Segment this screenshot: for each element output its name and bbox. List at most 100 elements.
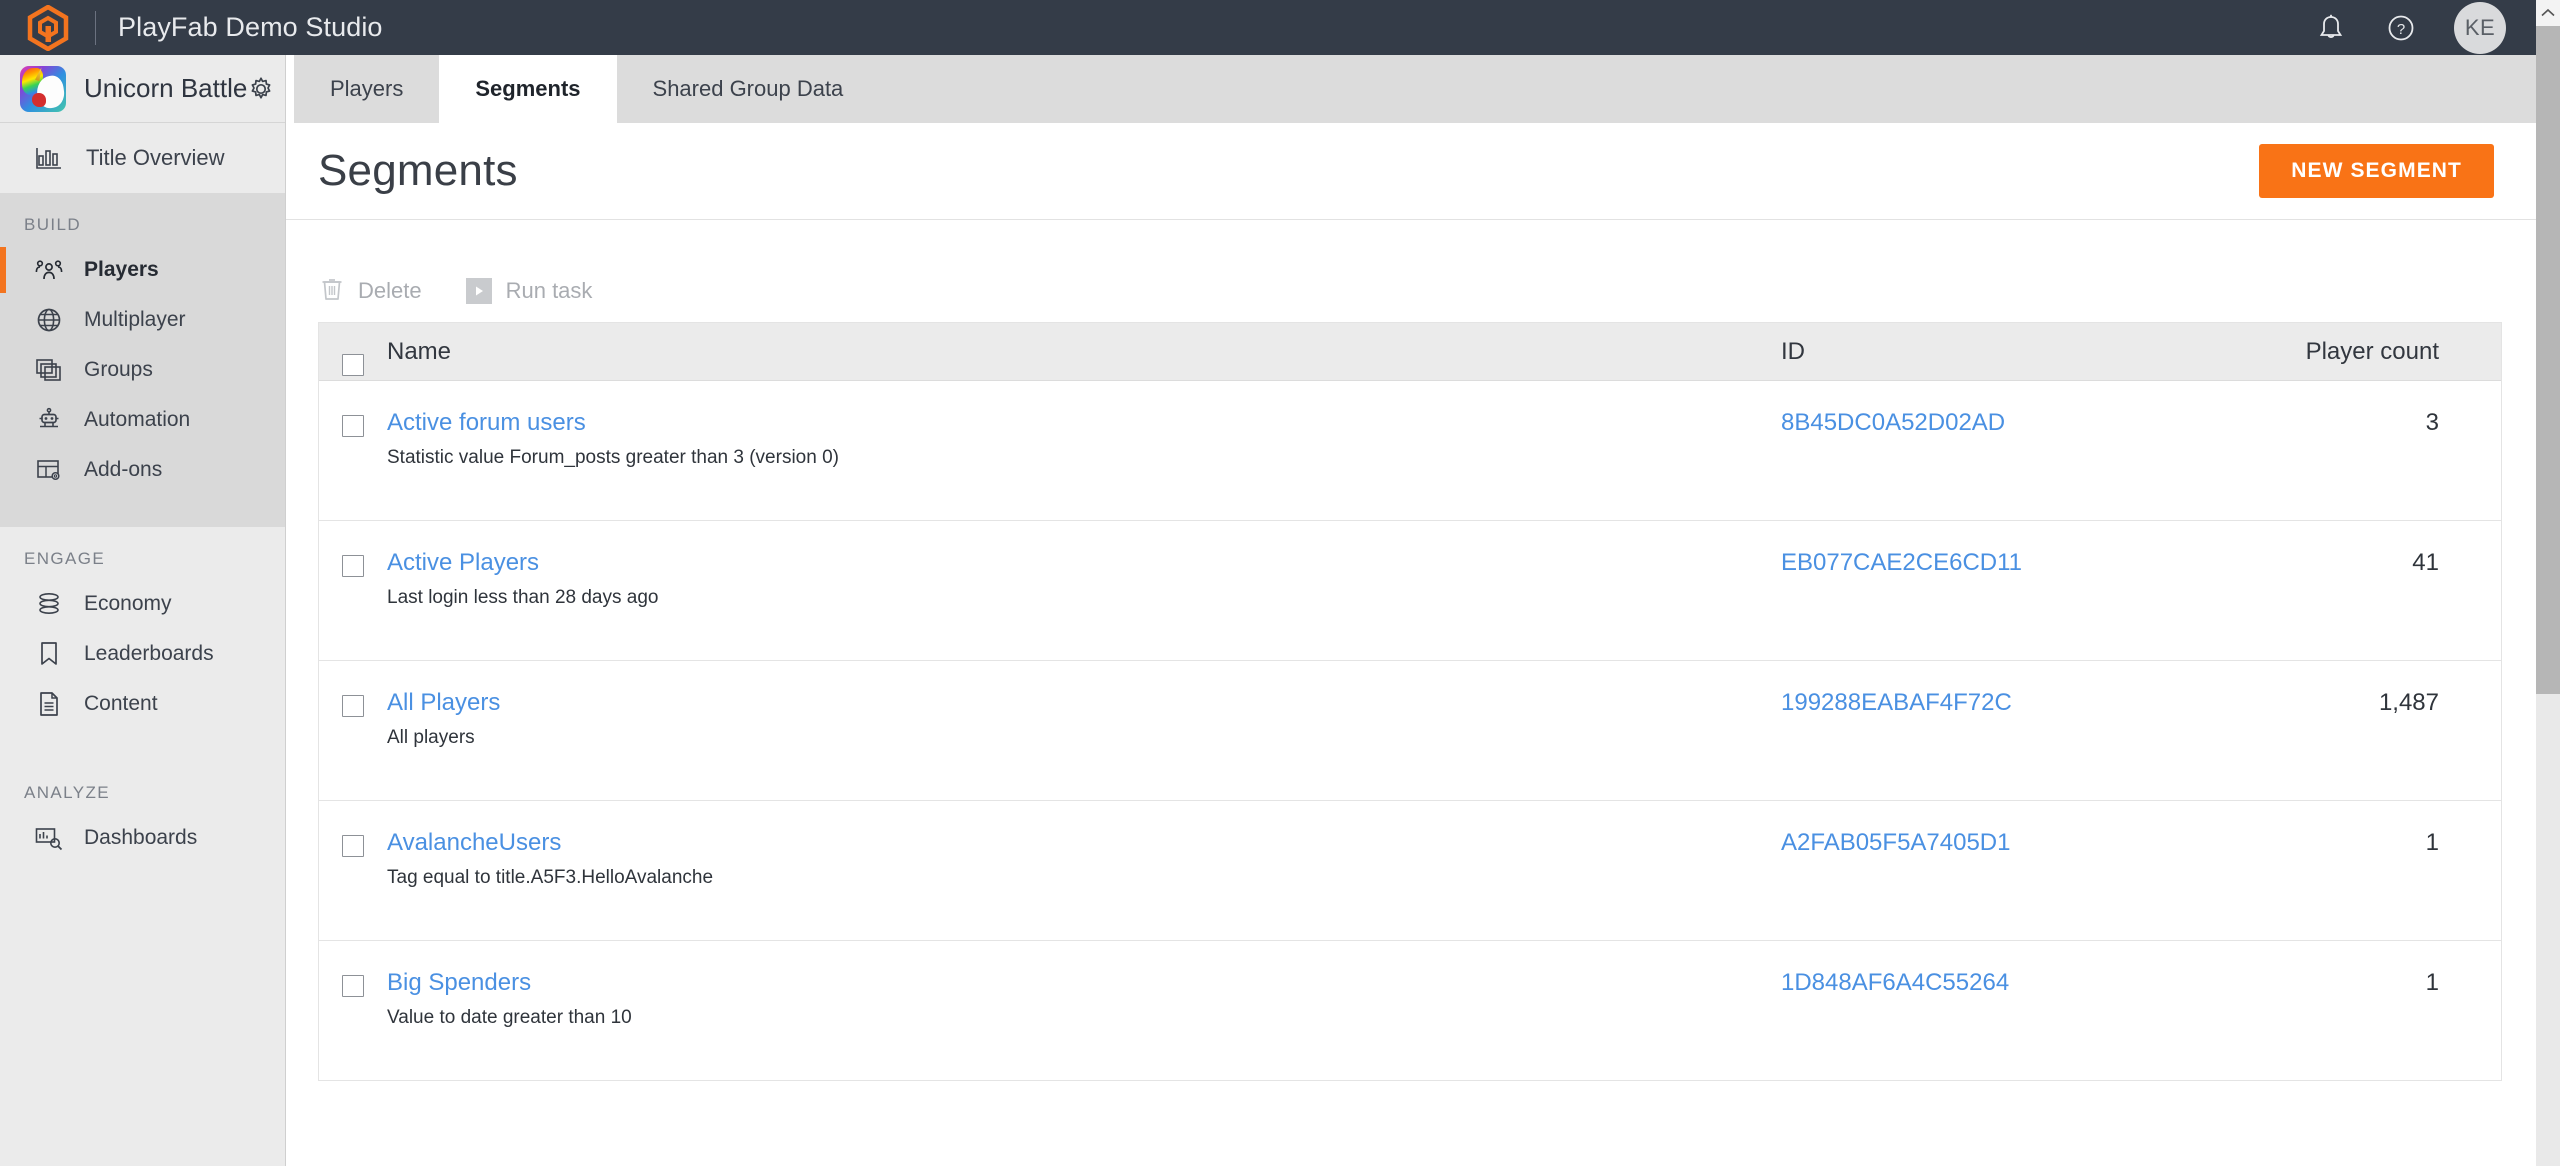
sidebar-item-dashboards[interactable]: Dashboards (0, 819, 285, 857)
title-header[interactable]: Unicorn Battle (0, 55, 285, 123)
sidebar-item-label: Dashboards (84, 826, 198, 849)
table-row[interactable]: All Players All players 199288EABAF4F72C… (319, 661, 2501, 801)
svg-text:?: ? (2397, 21, 2405, 38)
sidebar-group-label: ANALYZE (24, 783, 111, 802)
segment-id-link[interactable]: 8B45DC0A52D02AD (1781, 409, 2201, 500)
row-name-cell: Big Spenders Value to date greater than … (387, 969, 1781, 1060)
segments-table: Name ID Player count Active forum users … (318, 322, 2502, 1081)
tab-bar: Players Segments Shared Group Data (286, 55, 2536, 123)
segment-name-link[interactable]: All Players (387, 689, 1781, 717)
avatar[interactable]: KE (2454, 1, 2506, 54)
column-header-name[interactable]: Name (387, 323, 1781, 380)
segment-player-count: 1 (2425, 829, 2439, 856)
segment-id-link[interactable]: 199288EABAF4F72C (1781, 689, 2201, 780)
sidebar-item-add-ons[interactable]: Add-ons (0, 451, 285, 489)
robot-icon (34, 406, 64, 434)
row-name-cell: All Players All players (387, 689, 1781, 780)
table-gear-icon (34, 457, 64, 483)
segment-name-link[interactable]: Big Spenders (387, 969, 1781, 997)
globe-icon (34, 306, 64, 334)
sidebar-item-label: Economy (84, 592, 172, 615)
bell-icon[interactable] (2314, 11, 2348, 45)
chevron-up-icon[interactable] (2536, 0, 2560, 26)
brand-divider (95, 10, 96, 45)
tab-shared-group-data[interactable]: Shared Group Data (617, 55, 880, 123)
table-toolbar: Delete Run task (286, 220, 2536, 322)
segment-player-count: 1 (2425, 969, 2439, 996)
table-row[interactable]: Active Players Last login less than 28 d… (319, 521, 2501, 661)
sidebar-item-label: Content (84, 692, 158, 715)
segment-name-link[interactable]: AvalancheUsers (387, 829, 1781, 857)
trash-icon (320, 275, 344, 308)
select-all-checkbox[interactable] (342, 353, 364, 376)
bookmark-icon (34, 640, 64, 668)
sidebar-group-build: BUILD Players Multiplayer Groups Automat… (0, 193, 285, 527)
delete-label: Delete (358, 278, 422, 303)
title-name: Unicorn Battle (84, 73, 248, 103)
sidebar-item-label: Leaderboards (84, 642, 214, 665)
table-row[interactable]: AvalancheUsers Tag equal to title.A5F3.H… (319, 801, 2501, 941)
gear-icon[interactable] (247, 74, 275, 104)
sidebar-item-label: Add-ons (84, 458, 163, 481)
row-name-cell: Active forum users Statistic value Forum… (387, 409, 1781, 500)
sidebar: Unicorn Battle Title Overview BUILD Play… (0, 55, 286, 1166)
segment-id-link[interactable]: EB077CAE2CE6CD11 (1781, 549, 2201, 640)
sidebar-item-label: Groups (84, 358, 153, 381)
segment-description: All players (387, 727, 475, 748)
sidebar-group-analyze: ANALYZE Dashboards (0, 761, 285, 895)
studio-title: PlayFab Demo Studio (118, 12, 383, 42)
table-row[interactable]: Big Spenders Value to date greater than … (319, 941, 2501, 1081)
run-task-label: Run task (505, 278, 593, 303)
sidebar-item-multiplayer[interactable]: Multiplayer (0, 301, 285, 339)
sidebar-item-label: Automation (84, 408, 191, 431)
segment-name-link[interactable]: Active forum users (387, 409, 1781, 437)
column-header-id[interactable]: ID (1781, 323, 2201, 380)
row-checkbox[interactable] (342, 415, 364, 437)
sidebar-item-leaderboards[interactable]: Leaderboards (0, 635, 285, 673)
sidebar-item-label: Multiplayer (84, 308, 186, 331)
top-bar: PlayFab Demo Studio ? KE (0, 0, 2536, 55)
page-title: Segments (318, 146, 518, 195)
run-task-button[interactable]: Run task (465, 278, 593, 304)
sidebar-item-economy[interactable]: Economy (0, 585, 285, 623)
segment-description: Last login less than 28 days ago (387, 587, 659, 608)
people-icon (34, 257, 64, 283)
sidebar-group-label: ENGAGE (24, 549, 106, 568)
column-header-player-count[interactable]: Player count (2201, 323, 2501, 380)
table-header-row: Name ID Player count (319, 323, 2501, 381)
sidebar-item-label: Players (84, 258, 159, 281)
row-select-cell (319, 689, 387, 780)
segment-id-link[interactable]: 1D848AF6A4C55264 (1781, 969, 2201, 1060)
page-scrollbar[interactable] (2536, 0, 2560, 1166)
bar-chart-icon (34, 146, 64, 170)
tab-players[interactable]: Players (294, 55, 439, 123)
sidebar-item-players[interactable]: Players (0, 247, 285, 293)
sidebar-item-label: Title Overview (86, 145, 225, 170)
sidebar-item-groups[interactable]: Groups (0, 351, 285, 389)
table-row[interactable]: Active forum users Statistic value Forum… (319, 381, 2501, 521)
segment-name-link[interactable]: Active Players (387, 549, 1781, 577)
playfab-hexagon-logo-icon[interactable] (25, 4, 71, 51)
chart-search-icon (34, 825, 64, 851)
sidebar-item-content[interactable]: Content (0, 685, 285, 723)
sidebar-item-automation[interactable]: Automation (0, 401, 285, 439)
segment-description: Tag equal to title.A5F3.HelloAvalanche (387, 867, 714, 888)
segment-id-link[interactable]: A2FAB05F5A7405D1 (1781, 829, 2201, 920)
delete-button[interactable]: Delete (320, 275, 422, 308)
segment-player-count: 1,487 (2378, 689, 2439, 716)
help-circle-icon[interactable]: ? (2384, 11, 2418, 45)
row-checkbox[interactable] (342, 555, 364, 577)
row-checkbox[interactable] (342, 975, 364, 997)
play-icon (465, 278, 492, 304)
document-icon (34, 690, 64, 718)
tab-segments[interactable]: Segments (439, 55, 617, 123)
row-select-cell (319, 829, 387, 920)
scrollbar-thumb[interactable] (2536, 26, 2560, 694)
row-checkbox[interactable] (342, 695, 364, 717)
row-select-cell (319, 409, 387, 500)
select-all-cell (319, 323, 387, 380)
row-checkbox[interactable] (342, 835, 364, 857)
app-root: PlayFab Demo Studio ? KE Unicorn Battle … (0, 0, 2560, 1166)
sidebar-item-title-overview[interactable]: Title Overview (0, 123, 285, 193)
new-segment-button[interactable]: NEW SEGMENT (2259, 144, 2494, 198)
